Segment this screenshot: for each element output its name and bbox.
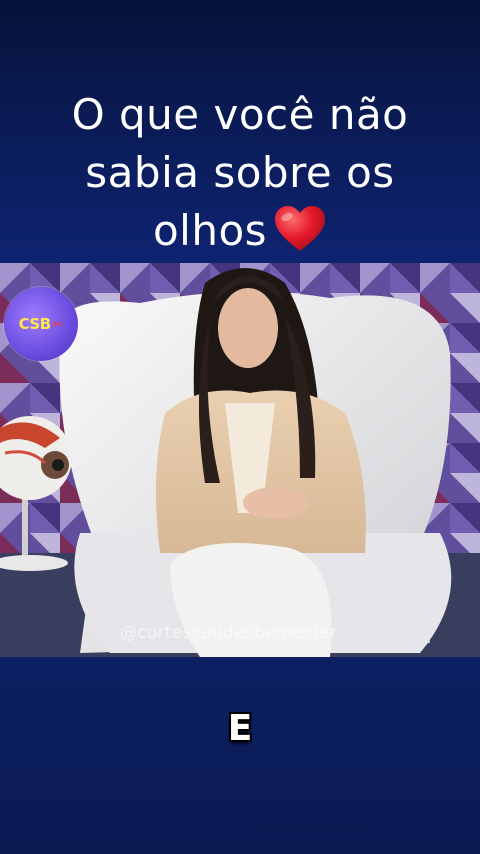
heart-icon <box>275 206 326 251</box>
badge-label: CSB <box>18 315 52 333</box>
title-line-2: sabia sobre os <box>85 148 395 197</box>
title-line-3: olhos <box>0 202 480 260</box>
scissors-icon: ✂ <box>51 315 64 332</box>
title: O que você não sabia sobre os olhos <box>0 86 480 260</box>
subtitle-caption: E <box>227 708 253 749</box>
title-line-3-text: olhos <box>152 206 268 255</box>
video-watermark: @cortessaudesbemestar <box>120 623 338 643</box>
channel-badge[interactable]: CSB ✂ <box>4 287 78 361</box>
title-line-1: O que você não <box>71 90 409 139</box>
